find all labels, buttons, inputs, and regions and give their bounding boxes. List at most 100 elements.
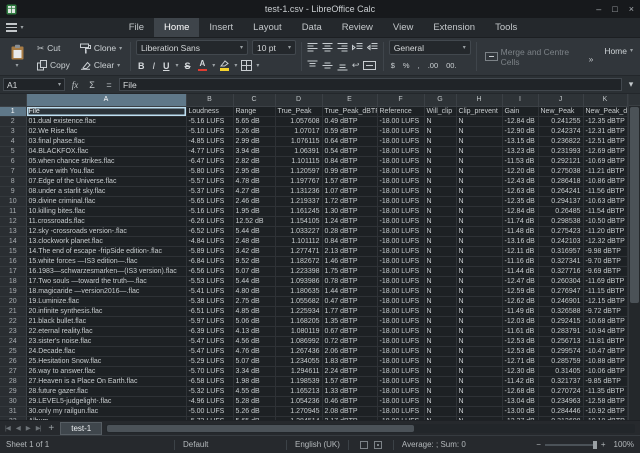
cell[interactable]: 5.44 dB <box>233 226 275 236</box>
cell[interactable]: -12.43 dB <box>502 176 538 186</box>
cell[interactable]: 12.52 dB <box>233 216 275 226</box>
language-selector[interactable]: English (UK) <box>295 440 340 449</box>
cell[interactable]: 2.82 dB <box>233 156 275 166</box>
cell[interactable]: N <box>424 236 456 246</box>
cell[interactable]: -12.68 dB <box>502 386 538 396</box>
cell[interactable]: 5.65 dB <box>233 416 275 420</box>
cell[interactable]: -5.47 LUFS <box>186 336 233 346</box>
cell[interactable] <box>627 356 628 366</box>
column-header-G[interactable]: G <box>424 94 456 106</box>
row-header-13[interactable]: 13 <box>0 226 26 236</box>
cell[interactable]: N <box>424 146 456 156</box>
horizontal-scrollbar-thumb[interactable] <box>107 425 414 432</box>
cell[interactable]: N <box>456 296 502 306</box>
cell[interactable] <box>627 176 628 186</box>
cell[interactable]: -11.49 dB <box>502 306 538 316</box>
cell[interactable] <box>627 226 628 236</box>
cell[interactable]: 2.17 dBTP <box>322 416 377 420</box>
cell[interactable]: -12.47 dB <box>502 276 538 286</box>
column-header-H[interactable]: H <box>456 94 502 106</box>
column-header-J[interactable]: J <box>538 94 583 106</box>
underline-button[interactable]: U <box>161 61 172 71</box>
cell[interactable]: 0.231993 <box>538 146 583 156</box>
cell[interactable]: -18.00 LUFS <box>377 316 424 326</box>
cell[interactable]: N <box>424 156 456 166</box>
tab-review[interactable]: Review <box>332 18 383 37</box>
cell[interactable]: N <box>424 206 456 216</box>
cell[interactable]: 0.292415 <box>538 316 583 326</box>
column-header-D[interactable]: D <box>275 94 322 106</box>
cell[interactable]: N <box>456 326 502 336</box>
cell[interactable]: -18.00 LUFS <box>377 136 424 146</box>
cell[interactable]: -18.00 LUFS <box>377 226 424 236</box>
page-style[interactable]: Default <box>183 440 278 449</box>
cell[interactable]: N <box>424 136 456 146</box>
column-header-L[interactable]: L <box>627 94 628 106</box>
row-header-26[interactable]: 26 <box>0 356 26 366</box>
row-header-12[interactable]: 12 <box>0 216 26 226</box>
cell[interactable]: Will_clip <box>424 106 456 116</box>
clone-formatting-button[interactable]: Clone ▾ <box>77 41 125 56</box>
cell[interactable]: N <box>424 196 456 206</box>
cell[interactable] <box>627 196 628 206</box>
function-wizard-button[interactable]: fx <box>68 80 82 90</box>
row-header-19[interactable]: 19 <box>0 286 26 296</box>
cell[interactable]: 0.260304 <box>538 276 583 286</box>
tab-data[interactable]: Data <box>292 18 332 37</box>
cell[interactable]: -5.16 LUFS <box>186 116 233 126</box>
cell[interactable]: 5.65 dB <box>233 116 275 126</box>
cell[interactable]: 0.264241 <box>538 186 583 196</box>
cell[interactable]: N <box>424 386 456 396</box>
cell[interactable]: 29.LEVEL5-judgelight-.flac <box>26 396 186 406</box>
selection-mode-icon[interactable] <box>360 441 368 449</box>
cell[interactable]: Clip_prevent <box>456 106 502 116</box>
cell[interactable]: -6.58 LUFS <box>186 376 233 386</box>
cell[interactable]: Range <box>233 106 275 116</box>
cell[interactable] <box>627 156 628 166</box>
first-sheet-button[interactable]: |◀ <box>3 424 12 432</box>
cell[interactable]: N <box>424 376 456 386</box>
cell[interactable]: True_Peak_dBTP <box>322 106 377 116</box>
cell[interactable]: -12.32 dBTP <box>583 236 627 246</box>
cell[interactable] <box>627 346 628 356</box>
cell[interactable]: -12.69 dBTP <box>583 146 627 156</box>
cell[interactable]: 5.26 dB <box>233 126 275 136</box>
cell[interactable]: 1.055682 <box>275 296 322 306</box>
cell[interactable]: 2.08 dBTP <box>322 406 377 416</box>
expand-formula-bar-button[interactable]: ▾ <box>625 79 637 90</box>
cell[interactable]: 0.275423 <box>538 226 583 236</box>
tab-view[interactable]: View <box>383 18 423 37</box>
cell[interactable]: N <box>424 276 456 286</box>
cell[interactable]: 2.24 dBTP <box>322 366 377 376</box>
cell[interactable]: -12.31 dBTP <box>583 126 627 136</box>
cell[interactable]: 0.236822 <box>538 136 583 146</box>
cell[interactable]: 0.31405 <box>538 366 583 376</box>
cell[interactable]: Reference <box>377 106 424 116</box>
cell[interactable]: -12.15 dBTP <box>583 296 627 306</box>
cell[interactable]: -10.06 dBTP <box>583 366 627 376</box>
cell[interactable]: N <box>456 416 502 420</box>
cell[interactable]: -13.15 dB <box>502 136 538 146</box>
cell[interactable]: -11.16 dB <box>502 256 538 266</box>
cell[interactable]: 1.154105 <box>275 216 322 226</box>
cell[interactable]: 0.292121 <box>538 156 583 166</box>
cell[interactable]: 5.26 dB <box>233 406 275 416</box>
format-percent-button[interactable]: % <box>401 61 412 70</box>
cell[interactable] <box>627 396 628 406</box>
last-sheet-button[interactable]: ▶| <box>34 424 43 432</box>
cell[interactable]: 2.99 dB <box>233 136 275 146</box>
cell[interactable]: N <box>456 206 502 216</box>
cell[interactable]: 1.054236 <box>275 396 322 406</box>
cell[interactable]: 0.64 dBTP <box>322 136 377 146</box>
cell[interactable]: 0.28 dBTP <box>322 226 377 236</box>
cell[interactable]: 0.54 dBTP <box>322 146 377 156</box>
merge-cells-icon-button[interactable] <box>363 61 376 70</box>
cell[interactable]: 4.56 dB <box>233 336 275 346</box>
cell[interactable] <box>627 406 628 416</box>
zoom-out-button[interactable]: − <box>536 440 541 449</box>
row-header-7[interactable]: 7 <box>0 166 26 176</box>
cell[interactable]: 2.13 dBTP <box>322 246 377 256</box>
cell[interactable]: N <box>456 396 502 406</box>
cell[interactable]: N <box>456 406 502 416</box>
cell[interactable] <box>627 136 628 146</box>
